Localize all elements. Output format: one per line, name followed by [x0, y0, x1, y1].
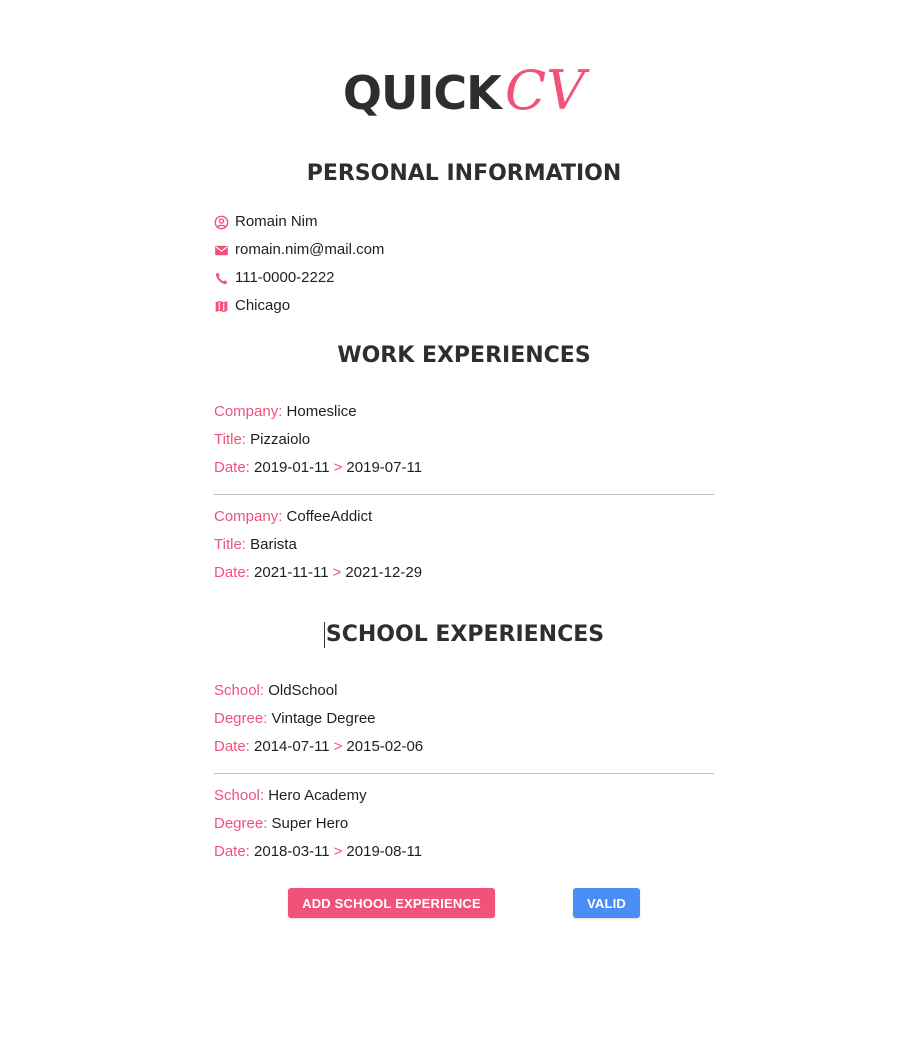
school-date-row: Date: 2014-07-11 >2015-02-06 — [214, 733, 714, 761]
school-date-row: Date: 2018-03-11 >2019-08-11 — [214, 838, 714, 866]
work-date-row: Date: 2019-01-11 >2019-07-11 — [214, 454, 714, 482]
title-value: Pizzaiolo — [250, 431, 311, 448]
info-phone-value: 111-0000-2222 — [235, 269, 335, 286]
valid-button[interactable]: VALID — [573, 888, 640, 918]
date-start: 2019-01-11 — [254, 459, 330, 476]
school-label: School: — [214, 787, 265, 804]
work-title-row: Title: Pizzaiolo — [214, 426, 714, 454]
date-label: Date: — [214, 738, 250, 755]
logo-cv-text: CV — [504, 59, 586, 122]
school-name-row: School: Hero Academy — [214, 782, 714, 810]
app-logo: QUICKCV — [0, 64, 915, 118]
date-start: 2018-03-11 — [254, 843, 330, 860]
school-entry: School: OldSchool Degree: Vintage Degree… — [214, 677, 714, 761]
school-entry: School: Hero Academy Degree: Super Hero … — [214, 782, 714, 866]
work-experiences-heading: WORK EXPERIENCES — [337, 343, 591, 368]
add-school-experience-button[interactable]: ADD SCHOOL EXPERIENCE — [288, 888, 495, 918]
date-end: 2015-02-06 — [346, 738, 424, 755]
title-value: Barista — [250, 536, 297, 553]
map-icon — [215, 300, 228, 312]
school-experiences-heading-text: SCHOOL EXPERIENCES — [325, 622, 605, 647]
info-email: romain.nim@mail.com — [214, 236, 384, 264]
company-value: Homeslice — [286, 403, 357, 420]
work-company-row: Company: Homeslice — [214, 398, 714, 426]
text-caret — [323, 622, 325, 648]
info-location-value: Chicago — [235, 297, 291, 314]
date-separator: > — [333, 459, 343, 476]
date-separator: > — [333, 738, 343, 755]
degree-value: Vintage Degree — [271, 710, 376, 727]
school-degree-row: Degree: Vintage Degree — [214, 705, 714, 733]
title-label: Title: — [214, 536, 246, 553]
info-email-value: romain.nim@mail.com — [235, 241, 385, 258]
phone-icon — [215, 272, 228, 284]
date-end: 2019-08-11 — [346, 843, 423, 860]
info-location: Chicago — [214, 292, 384, 320]
work-divider — [214, 494, 714, 495]
company-value: CoffeeAddict — [286, 508, 373, 525]
work-entry: Company: CoffeeAddict Title: Barista Dat… — [214, 503, 714, 587]
school-divider — [214, 773, 714, 774]
work-company-row: Company: CoffeeAddict — [214, 503, 714, 531]
degree-label: Degree: — [214, 815, 268, 832]
mail-icon — [215, 245, 228, 255]
personal-information-heading: PERSONAL INFORMATION — [306, 161, 622, 186]
company-label: Company: — [214, 403, 283, 420]
work-title-row: Title: Barista — [214, 531, 714, 559]
info-name: Romain Nim — [214, 208, 384, 236]
logo-quick-text: QUICK — [342, 66, 502, 120]
school-value: Hero Academy — [268, 787, 367, 804]
school-degree-row: Degree: Super Hero — [214, 810, 714, 838]
work-date-row: Date: 2021-11-11 >2021-12-29 — [214, 559, 714, 587]
date-end: 2021-12-29 — [345, 564, 423, 581]
info-name-value: Romain Nim — [235, 213, 318, 230]
date-start: 2014-07-11 — [254, 738, 330, 755]
date-end: 2019-07-11 — [346, 459, 423, 476]
school-label: School: — [214, 682, 265, 699]
company-label: Company: — [214, 508, 283, 525]
title-label: Title: — [214, 431, 246, 448]
degree-value: Super Hero — [271, 815, 349, 832]
date-label: Date: — [214, 843, 250, 860]
degree-label: Degree: — [214, 710, 268, 727]
date-label: Date: — [214, 564, 250, 581]
work-entry: Company: Homeslice Title: Pizzaiolo Date… — [214, 398, 714, 482]
date-label: Date: — [214, 459, 250, 476]
date-separator: > — [333, 843, 343, 860]
date-separator: > — [332, 564, 342, 581]
user-circle-icon — [214, 215, 229, 229]
info-phone: 111-0000-2222 — [214, 264, 384, 292]
date-start: 2021-11-11 — [254, 564, 329, 581]
personal-info-list: Romain Nim romain.nim@mail.com 111-0000-… — [214, 208, 384, 320]
school-value: OldSchool — [268, 682, 338, 699]
school-experiences-heading: SCHOOL EXPERIENCES — [0, 622, 915, 648]
school-name-row: School: OldSchool — [214, 677, 714, 705]
